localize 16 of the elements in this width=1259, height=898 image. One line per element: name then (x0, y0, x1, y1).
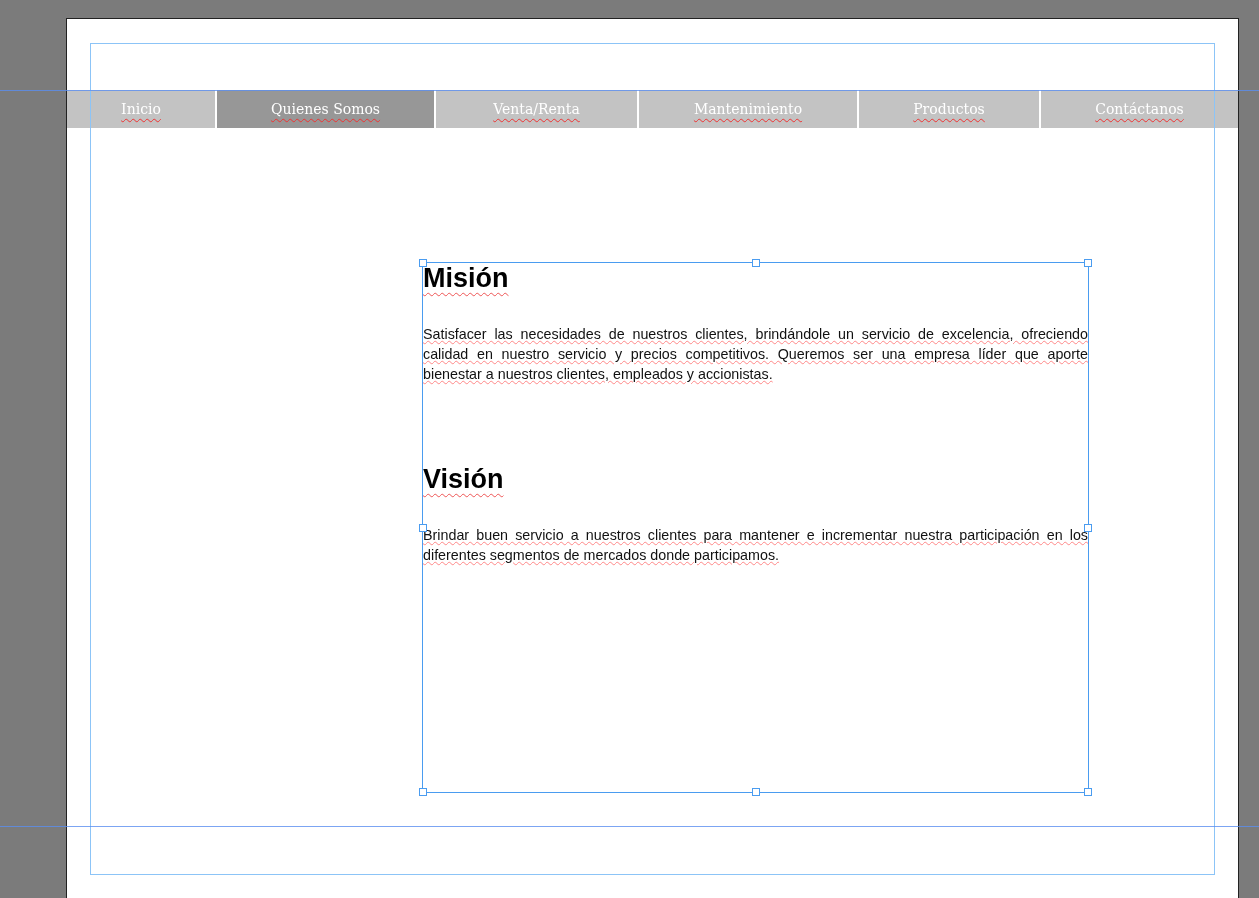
nav-tab[interactable]: Quienes Somos (217, 90, 434, 128)
resize-handle[interactable] (1084, 259, 1092, 267)
nav-tab[interactable]: Inicio (67, 90, 215, 128)
resize-handle[interactable] (419, 259, 427, 267)
nav-tab[interactable]: Productos (859, 90, 1039, 128)
section-text: Satisfacer las necesidades de nuestros clientes, brindándole un servicio de excelencia, ofreciendo calidad en nuestro servicio y precios competitivos. Queremos ser una empresa líder que aporte bienestar a nuestros clientes, empleados y accionistas. (423, 325, 1088, 384)
nav-tab[interactable]: Venta/Renta (436, 90, 637, 128)
section-heading: Misión (423, 263, 509, 294)
nav-tab[interactable]: Mantenimiento (639, 90, 857, 128)
section-heading: Visión (423, 464, 504, 495)
resize-handle[interactable] (419, 788, 427, 796)
section-text: Brindar buen servicio a nuestros clientes para mantener e incrementar nuestra participación en los diferentes segmentos de mercados donde participamos. (423, 526, 1088, 565)
resize-handle[interactable] (1084, 788, 1092, 796)
resize-handle[interactable] (751, 259, 760, 267)
resize-handle[interactable] (751, 788, 760, 796)
nav-tab[interactable]: Contáctanos (1041, 90, 1238, 128)
